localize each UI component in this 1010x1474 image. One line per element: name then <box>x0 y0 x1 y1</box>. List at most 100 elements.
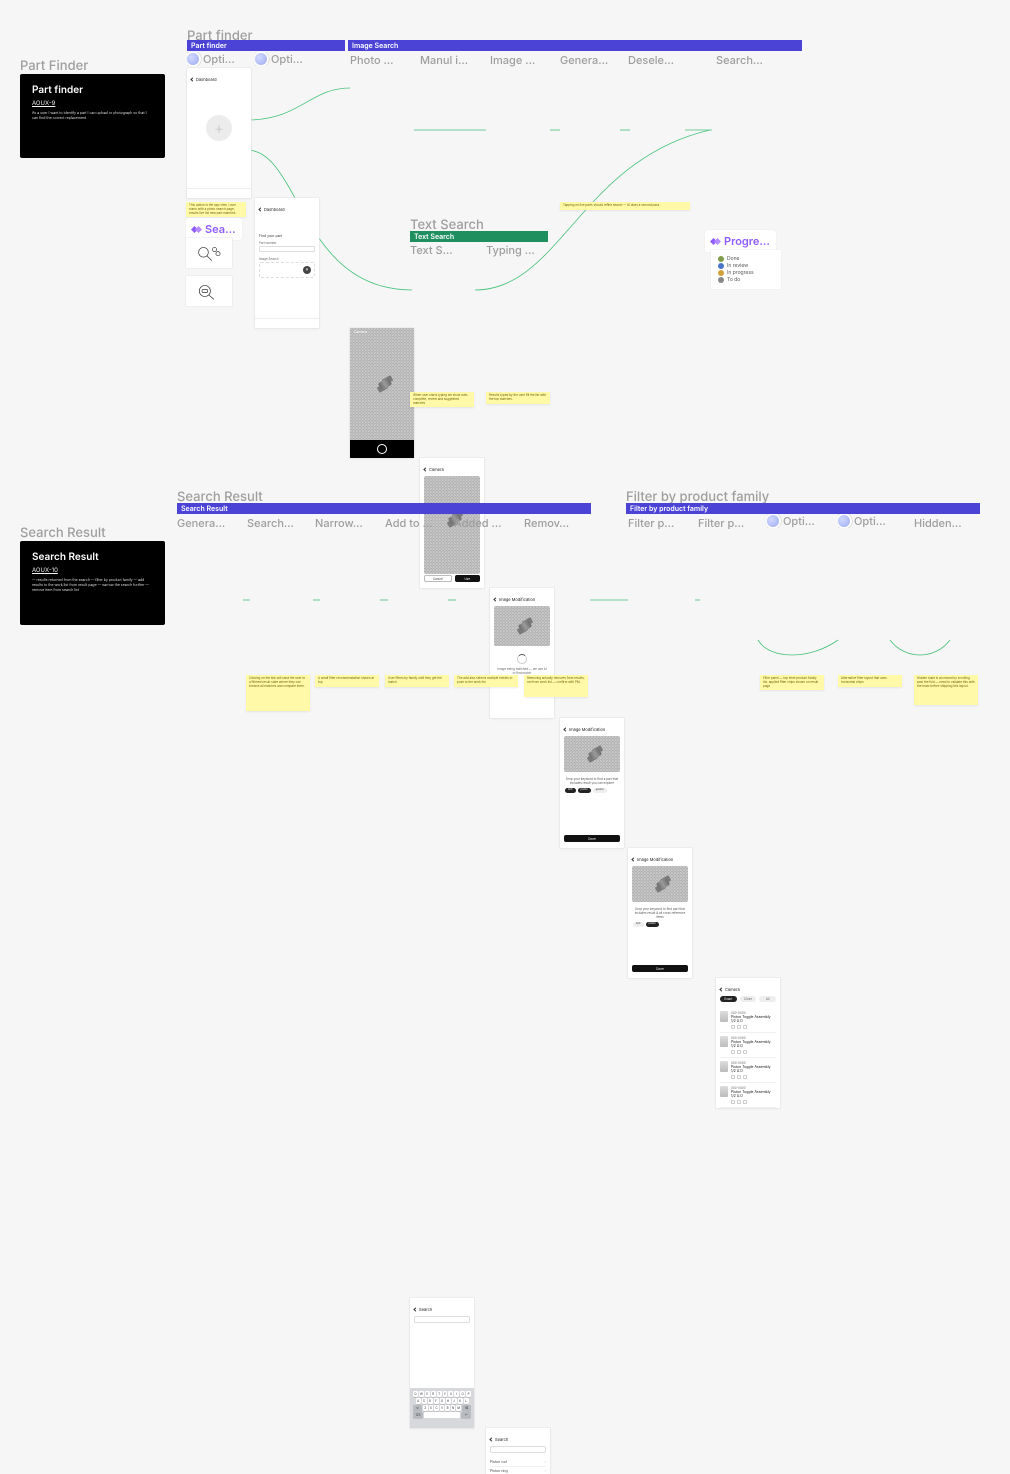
tab-bar[interactable] <box>255 318 319 328</box>
screen-search-results[interactable]: Camera Exact Close All 000-0000 Piston T… <box>716 978 780 1108</box>
key[interactable]: J <box>452 1398 457 1404</box>
add-icon[interactable] <box>737 1075 741 1079</box>
result-row[interactable]: 000-0000 Piston Toggle Assembly 1/2 U.O <box>720 1008 776 1033</box>
key[interactable]: X <box>429 1405 434 1411</box>
keyword-chip[interactable]: piston <box>578 788 591 793</box>
keyword-chip[interactable]: piston <box>646 922 659 927</box>
fav-icon[interactable] <box>731 1100 735 1104</box>
key[interactable]: A <box>416 1398 421 1404</box>
result-row[interactable]: 000-0000 Piston Toggle Assembly 1/2 U.O <box>720 1033 776 1058</box>
key[interactable]: O <box>460 1391 465 1397</box>
sticky-filter-hidden[interactable]: Hidden state is accessed by scrolling pa… <box>914 675 978 705</box>
key[interactable]: Q <box>413 1391 418 1397</box>
story-id-link[interactable]: AOUX-9 <box>32 100 153 107</box>
component-search[interactable]: Sea… <box>186 218 242 240</box>
cancel-button[interactable]: Cancel <box>424 575 452 582</box>
more-icon[interactable] <box>743 1100 747 1104</box>
sticky-filter-opt2[interactable]: Alternative filter layout that uses hori… <box>838 675 902 687</box>
keyboard[interactable]: QWERTYUIOP ASDFGHJKL ⇧ZXCVBNM⌫ 123 ↵ <box>410 1388 474 1428</box>
fav-icon[interactable] <box>731 1050 735 1054</box>
done-button[interactable]: Done <box>632 965 688 972</box>
add-icon[interactable] <box>737 1025 741 1029</box>
search-input[interactable] <box>490 1446 546 1453</box>
search-input[interactable] <box>414 1316 470 1323</box>
sticky-pf-opt1[interactable]: This option is the app view / user start… <box>186 202 246 217</box>
add-icon[interactable] <box>737 1050 741 1054</box>
back-icon[interactable] <box>258 207 262 211</box>
back-icon[interactable] <box>423 467 427 471</box>
more-icon[interactable] <box>743 1025 747 1029</box>
key[interactable]: B <box>445 1405 450 1411</box>
key[interactable]: D <box>428 1398 433 1404</box>
keyword-chip[interactable]: bolt <box>565 788 576 793</box>
back-icon[interactable] <box>719 987 723 991</box>
back-icon[interactable] <box>413 1307 417 1311</box>
add-icon[interactable] <box>737 1100 741 1104</box>
key[interactable]: G <box>440 1398 445 1404</box>
key[interactable]: L <box>464 1398 469 1404</box>
screen-camera[interactable]: Camera <box>350 328 414 458</box>
fav-icon[interactable] <box>731 1025 735 1029</box>
tab-chip-close[interactable]: Close <box>740 996 757 1002</box>
key[interactable]: W <box>419 1391 424 1397</box>
sticky-filter-opt1[interactable]: Filter panel — top level product family … <box>760 675 824 690</box>
key[interactable]: T <box>437 1391 442 1397</box>
suggestion-row[interactable]: Piston rod› <box>490 1458 546 1467</box>
shutter-button[interactable] <box>377 444 387 454</box>
key[interactable]: I <box>454 1391 459 1397</box>
sticky-deselect[interactable]: Tapping on live parts should refine sear… <box>560 202 690 210</box>
use-button[interactable]: Use <box>455 575 481 582</box>
screen-generated-keywords[interactable]: Image Modification Drop your keyword to … <box>560 718 624 848</box>
key[interactable]: P <box>466 1391 471 1397</box>
key[interactable]: S <box>422 1398 427 1404</box>
back-icon[interactable] <box>190 77 194 81</box>
key[interactable]: Z <box>423 1405 428 1411</box>
key[interactable]: R <box>431 1391 436 1397</box>
upload-circle[interactable]: ＋ <box>206 115 232 141</box>
fav-icon[interactable] <box>731 1075 735 1079</box>
key[interactable]: C <box>434 1405 439 1411</box>
key[interactable]: ⇧ <box>413 1405 422 1411</box>
key-123[interactable]: 123 <box>413 1412 423 1418</box>
story-card-part-finder[interactable]: Part finder AOUX-9 As a user I want to i… <box>20 74 165 158</box>
screen-typing[interactable]: Search Piston rod›Piston ring›Piston sea… <box>486 1428 550 1474</box>
screen-partfinder-opt2[interactable]: Dashboard Find your part Part number Ima… <box>255 198 319 328</box>
key-return[interactable]: ↵ <box>461 1412 471 1418</box>
sticky-sr-rem[interactable]: Removing actually removes from results, … <box>524 675 588 697</box>
image-drop-zone[interactable]: » <box>259 262 315 278</box>
story-id-link[interactable]: AOUX-10 <box>32 567 153 574</box>
key[interactable]: N <box>451 1405 456 1411</box>
keyword-chip[interactable]: bolt <box>633 922 644 927</box>
more-icon[interactable] <box>743 1075 747 1079</box>
screen-deselect-keywords[interactable]: Image Modification Drop your keyword to … <box>628 848 692 978</box>
screen-image-loading[interactable]: Image Modification Image being matched —… <box>490 588 554 718</box>
sticky-ts-text[interactable]: When user starts typing we show auto-com… <box>410 392 474 407</box>
component-progress[interactable]: Progre… <box>705 230 776 252</box>
back-icon[interactable] <box>563 727 567 731</box>
tab-chip-exact[interactable]: Exact <box>720 996 737 1002</box>
key[interactable]: H <box>446 1398 451 1404</box>
key[interactable]: V <box>440 1405 445 1411</box>
key[interactable]: E <box>425 1391 430 1397</box>
tab-bar[interactable] <box>187 188 251 198</box>
screen-partfinder-opt1[interactable]: Dashboard ＋ <box>187 68 251 198</box>
suggestion-row[interactable]: Piston ring› <box>490 1467 546 1474</box>
sticky-sr-narrow[interactable]: User filters by family until they get th… <box>385 675 449 687</box>
key[interactable]: F <box>434 1398 439 1404</box>
key[interactable]: Y <box>443 1391 448 1397</box>
result-row[interactable]: 000-0000 Piston Toggle Assembly 1/2 U.O <box>720 1058 776 1083</box>
key[interactable]: U <box>448 1391 453 1397</box>
key[interactable]: ⌫ <box>462 1405 471 1411</box>
key[interactable]: M <box>456 1405 461 1411</box>
key-space[interactable] <box>424 1412 460 1418</box>
screen-text-search[interactable]: Search QWERTYUIOPASDFGHJKL⇧ZXCVBNM⌫123↵ <box>410 1298 474 1428</box>
key[interactable]: K <box>458 1398 463 1404</box>
camera-fab[interactable]: » <box>303 266 311 274</box>
keyword-chip[interactable]: gasket <box>593 788 607 793</box>
sticky-sr-add[interactable]: The add also selects multiple entries to… <box>454 675 518 687</box>
part-number-input[interactable] <box>259 246 315 252</box>
sticky-sr-n1[interactable]: A small filter recommendation shown at t… <box>315 675 379 687</box>
sticky-sr-gen[interactable]: Clicking on the link will send the user … <box>246 675 310 711</box>
done-button[interactable]: Done <box>564 835 620 842</box>
story-card-search-result[interactable]: Search Result AOUX-10 — results returned… <box>20 541 165 625</box>
